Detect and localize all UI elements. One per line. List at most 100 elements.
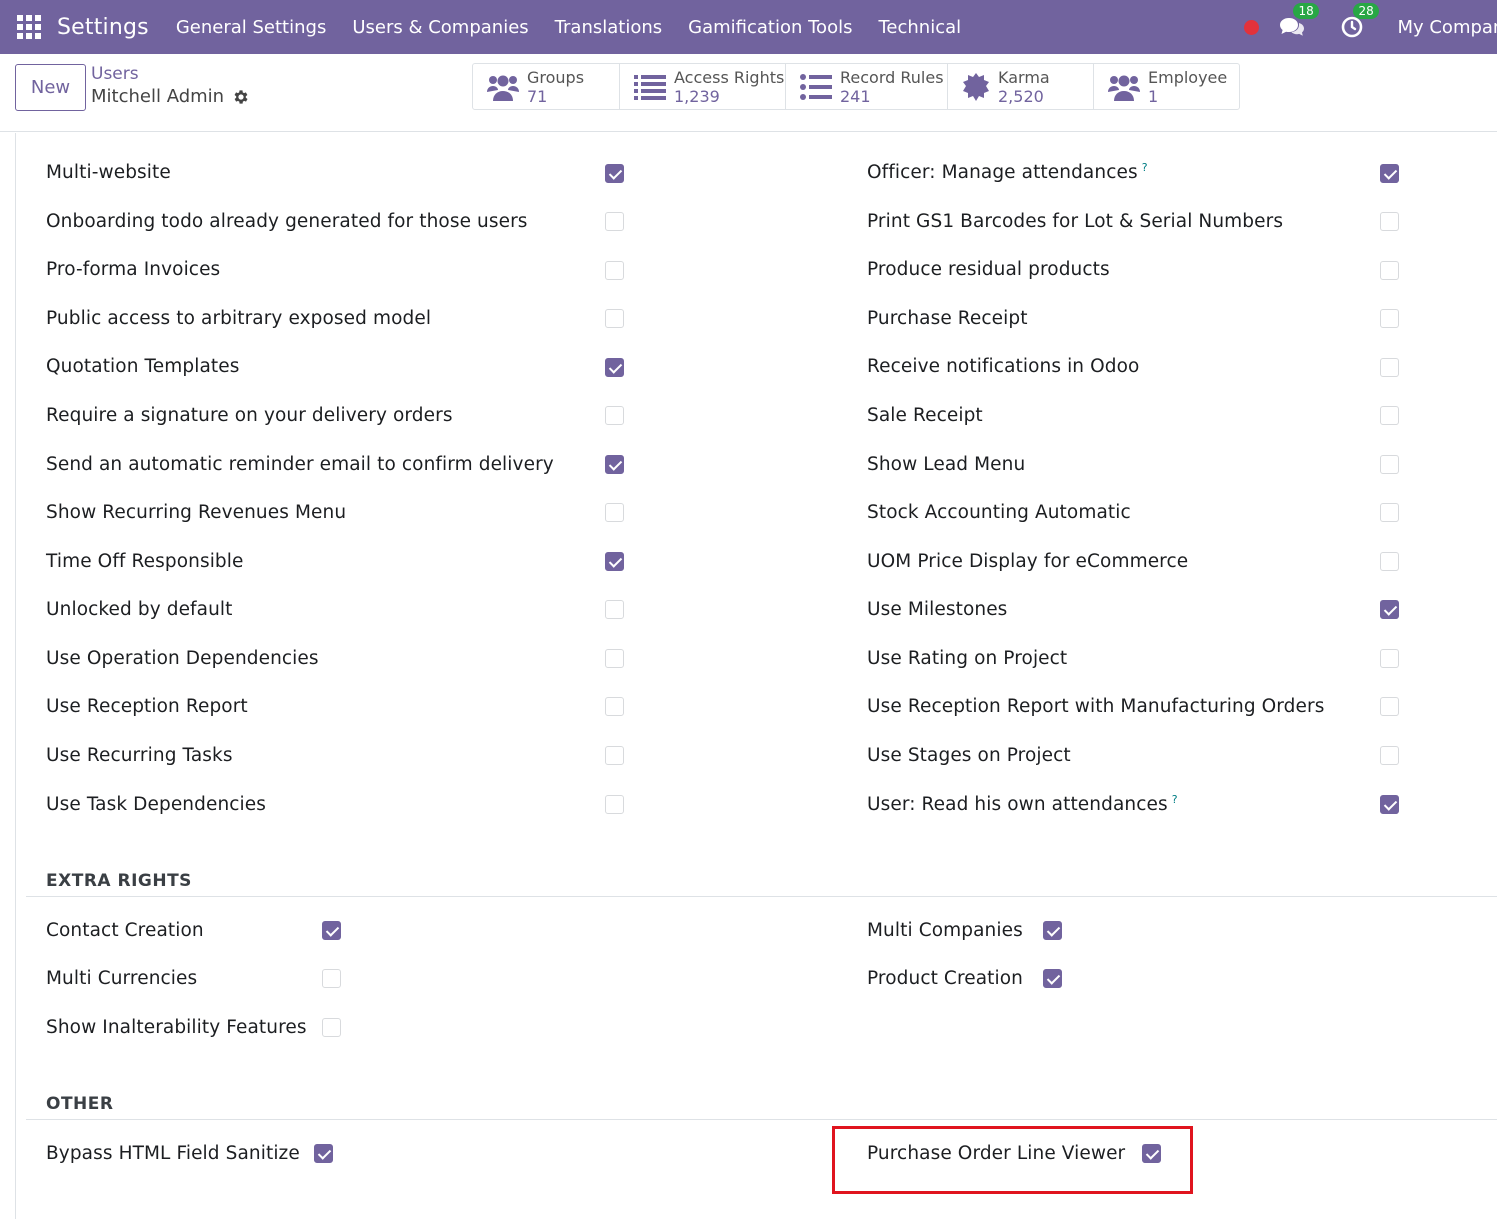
right-checkbox[interactable] [1043,969,1062,988]
right-checkbox[interactable] [1380,795,1399,814]
messages-button[interactable]: 18 [1277,3,1319,42]
badge-icon [963,72,989,101]
right-checkbox[interactable] [605,503,624,522]
right-checkbox[interactable] [605,212,624,231]
right-checkbox[interactable] [1380,455,1399,474]
list-item: Use Recurring Tasks [46,740,233,770]
list-item: Quotation Templates [46,351,239,381]
right-checkbox[interactable] [605,552,624,571]
right-checkbox[interactable] [314,1144,333,1163]
right-label: Stock Accounting Automatic [867,501,1131,523]
list-icon [800,73,832,100]
chat-icon [1280,18,1305,36]
apps-menu-icon[interactable] [17,15,41,39]
company-switcher[interactable]: My Company [1397,17,1497,38]
right-checkbox[interactable] [1380,552,1399,571]
list-item: Print GS1 Barcodes for Lot & Serial Numb… [867,206,1283,236]
list-item: Pro-forma Invoices [46,254,220,284]
smart-button-access-rights[interactable]: Access Rights 1,239 [620,64,786,109]
list-item: Produce residual products [867,254,1110,284]
right-label: Send an automatic reminder email to conf… [46,453,554,475]
right-checkbox[interactable] [322,921,341,940]
recording-indicator-icon[interactable] [1244,19,1260,35]
list-item: Onboarding todo already generated for th… [46,206,528,236]
breadcrumb: Users Mitchell Admin [91,64,250,107]
right-label: Multi-website [46,161,171,183]
help-tooltip-icon[interactable]: ? [1172,793,1178,806]
list-item: Multi Companies [867,915,1023,945]
right-label: Multi Companies [867,919,1023,941]
smart-button-record-rules[interactable]: Record Rules 241 [786,64,948,109]
menu-gamification-tools[interactable]: Gamification Tools [675,17,865,38]
gear-icon[interactable] [232,88,250,106]
smart-button-groups[interactable]: Groups 71 [473,64,620,109]
right-checkbox[interactable] [605,455,624,474]
smart-button-value: 241 [840,86,871,106]
help-tooltip-icon[interactable]: ? [1142,161,1148,174]
right-label: UOM Price Display for eCommerce [867,550,1189,572]
right-checkbox[interactable] [1380,503,1399,522]
right-label: Show Lead Menu [867,453,1026,475]
right-label: Show Recurring Revenues Menu [46,501,347,523]
list-item: Public access to arbitrary exposed model [46,303,431,333]
right-checkbox[interactable] [605,309,624,328]
list-item: Time Off Responsible [46,546,244,576]
smart-button-karma[interactable]: Karma 2,520 [948,64,1094,109]
right-label: Use Reception Report with Manufacturing … [867,695,1325,717]
list-item: Product Creation [867,963,1023,993]
right-checkbox[interactable] [605,697,624,716]
section-divider [26,1119,1497,1120]
section-divider [26,896,1497,897]
record-name: Mitchell Admin [91,86,225,107]
right-label: Print GS1 Barcodes for Lot & Serial Numb… [867,210,1284,232]
list-item: Require a signature on your delivery ord… [46,400,453,430]
sheet-border [15,133,16,1219]
right-checkbox[interactable] [605,795,624,814]
app-title[interactable]: Settings [57,15,149,40]
right-label: Require a signature on your delivery ord… [46,404,453,426]
list-item: Use Operation Dependencies [46,643,319,673]
right-checkbox[interactable] [1380,697,1399,716]
right-label: Pro-forma Invoices [46,258,221,280]
right-checkbox[interactable] [1380,212,1399,231]
menu-translations[interactable]: Translations [542,17,675,38]
list-item: Use Reception Report [46,691,248,721]
smart-button-label: Karma [998,67,1050,87]
users-icon [487,75,519,101]
right-checkbox[interactable] [605,746,624,765]
right-checkbox[interactable] [605,358,624,377]
list-item: Use Rating on Project [867,643,1067,673]
right-label: Use Rating on Project [867,647,1068,669]
right-checkbox[interactable] [1380,164,1399,183]
right-label: Onboarding todo already generated for th… [46,210,528,232]
menu-users-companies[interactable]: Users & Companies [339,17,541,38]
right-checkbox[interactable] [1380,309,1399,328]
list-item: Sale Receipt [867,400,983,430]
smart-button-employee[interactable]: Employee 1 [1094,64,1239,109]
right-checkbox[interactable] [605,600,624,619]
right-checkbox[interactable] [1380,261,1399,280]
right-checkbox[interactable] [322,969,341,988]
list-item: Officer: Manage attendances? [867,157,1148,187]
right-checkbox[interactable] [1043,921,1062,940]
right-checkbox[interactable] [605,164,624,183]
new-button[interactable]: New [15,64,86,111]
breadcrumb-users-link[interactable]: Users [91,64,250,84]
activities-button[interactable]: 28 [1337,3,1379,42]
right-checkbox[interactable] [1380,406,1399,425]
right-checkbox[interactable] [322,1018,341,1037]
right-label: Use Reception Report [46,695,248,717]
right-checkbox[interactable] [605,649,624,668]
right-label: Product Creation [867,967,1023,989]
right-label: Bypass HTML Field Sanitize [46,1142,300,1164]
right-checkbox[interactable] [1380,746,1399,765]
menu-technical[interactable]: Technical [865,17,974,38]
right-label: Contact Creation [46,919,204,941]
right-checkbox[interactable] [1380,358,1399,377]
right-checkbox[interactable] [605,261,624,280]
right-checkbox[interactable] [1380,649,1399,668]
top-navbar: Settings General Settings Users & Compan… [0,0,1497,54]
right-checkbox[interactable] [605,406,624,425]
menu-general-settings[interactable]: General Settings [163,17,340,38]
right-checkbox[interactable] [1380,600,1399,619]
